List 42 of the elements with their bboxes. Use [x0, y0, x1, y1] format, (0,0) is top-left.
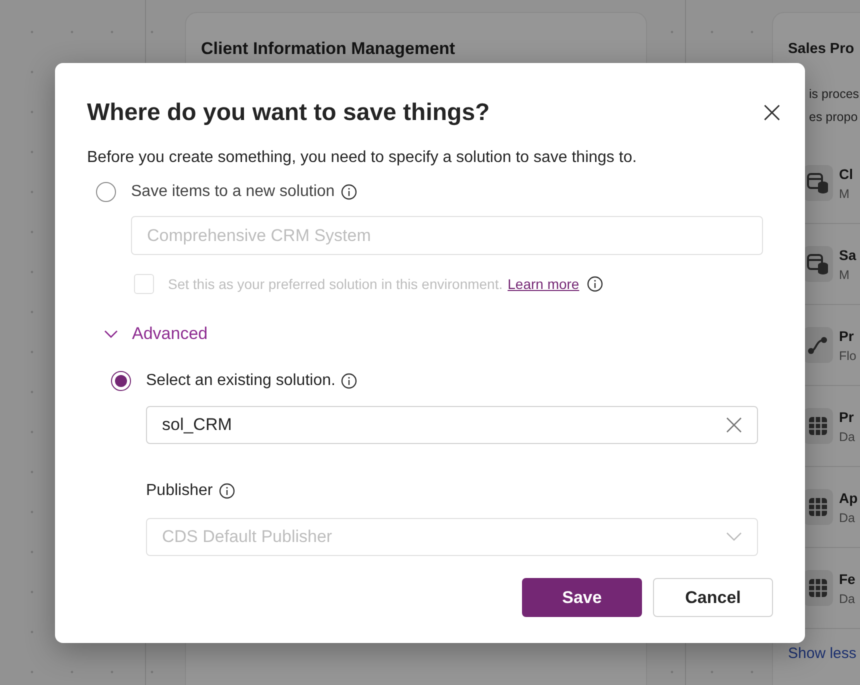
flow-icon [807, 334, 829, 356]
info-icon[interactable] [340, 184, 357, 200]
info-icon[interactable] [587, 276, 604, 292]
card-title: Sales Pro [788, 41, 854, 57]
radio-label: Save items to a new solution [131, 183, 335, 201]
cancel-button[interactable]: Cancel [653, 578, 773, 617]
dialog-title: Where do you want to save things? [87, 98, 490, 128]
solution-search-field[interactable]: sol_CRM [146, 406, 758, 444]
radio-button[interactable] [111, 371, 131, 391]
item-title: Cl [839, 166, 853, 182]
item-subtitle: M [839, 186, 850, 200]
item-title: Ap [839, 490, 858, 506]
advanced-toggle[interactable]: Advanced [104, 322, 208, 346]
card-description-line: is proces [809, 86, 860, 103]
info-icon[interactable] [341, 373, 358, 389]
item-subtitle: M [839, 268, 850, 282]
item-title: Fe [839, 570, 856, 586]
item-subtitle: Da [839, 510, 856, 524]
grid-icon [808, 497, 828, 517]
close-button[interactable]: × [757, 98, 787, 128]
card-description-line: es propo [809, 109, 859, 126]
clear-icon[interactable] [726, 417, 742, 433]
item-title: Pr [839, 408, 855, 424]
grid-icon [808, 578, 828, 598]
item-subtitle: Da [839, 430, 855, 444]
item-subtitle: Flo [839, 348, 856, 362]
checkbox-label: Set this as your preferred solution in this environment. [168, 276, 503, 292]
item-subtitle: Da [839, 592, 856, 606]
grid-icon [808, 416, 828, 436]
field-label: Publisher [146, 482, 213, 500]
radio-label: Select an existing solution. [146, 372, 336, 390]
card-title: Client Information Management [201, 39, 456, 59]
save-button[interactable]: Save [522, 578, 642, 617]
info-icon[interactable] [218, 483, 235, 499]
show-less-link[interactable]: Show less [788, 645, 856, 662]
chevron-down-icon [726, 532, 742, 542]
item-title: Sa [839, 246, 856, 262]
radio-button[interactable] [96, 182, 116, 202]
item-title: Pr [839, 328, 855, 344]
dialog-description: Before you create something, you need to specify a solution to save things to. [87, 148, 638, 168]
database-window-icon [807, 253, 829, 275]
database-window-icon [807, 172, 829, 194]
